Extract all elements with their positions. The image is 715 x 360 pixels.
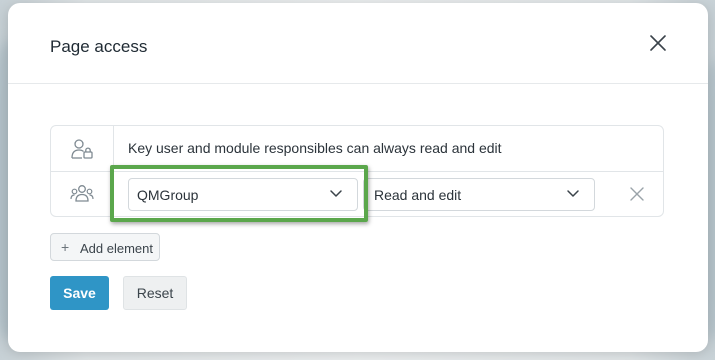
group-select-value: QMGroup: [137, 187, 199, 203]
fixed-rule-text: Key user and module responsibles can alw…: [128, 140, 502, 156]
row-icon-cell: [51, 171, 114, 216]
permission-select-value: Read and edit: [374, 187, 462, 203]
dialog-title: Page access: [50, 37, 148, 56]
close-icon: [650, 35, 666, 51]
access-rules-table: Key user and module responsibles can alw…: [50, 125, 664, 217]
user-group-icon: [70, 184, 94, 202]
save-button[interactable]: Save: [50, 276, 109, 310]
access-row-group: QMGroup Read and edit: [51, 171, 663, 216]
dialog-header: Page access: [8, 3, 708, 84]
group-select[interactable]: QMGroup: [128, 178, 358, 211]
reset-button[interactable]: Reset: [123, 276, 187, 310]
user-lock-icon: [71, 138, 93, 159]
page-access-dialog: Page access Key user and module responsi…: [8, 3, 708, 352]
add-element-label: Add element: [80, 241, 153, 256]
row-icon-cell: [51, 126, 114, 171]
chevron-down-icon: [330, 190, 342, 197]
close-icon: [630, 187, 644, 201]
remove-row-button[interactable]: [624, 181, 650, 207]
plus-icon: +: [61, 239, 70, 255]
access-row-fixed: Key user and module responsibles can alw…: [51, 126, 663, 172]
chevron-down-icon: [567, 190, 579, 197]
close-button[interactable]: [646, 31, 670, 55]
permission-select[interactable]: Read and edit: [363, 178, 595, 211]
add-element-button[interactable]: + Add element: [50, 233, 160, 261]
